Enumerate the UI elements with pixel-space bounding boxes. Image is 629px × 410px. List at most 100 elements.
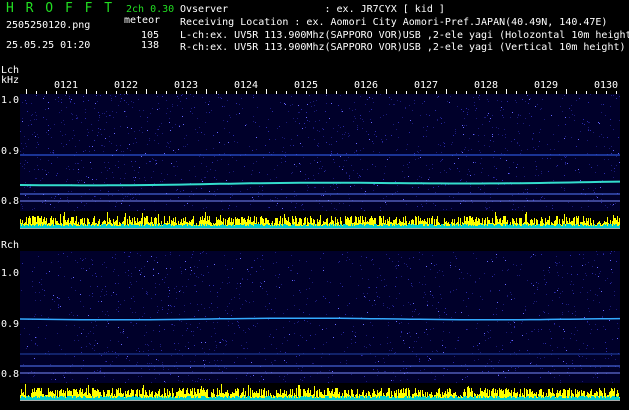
noise-dot <box>361 256 362 257</box>
noise-dot <box>346 160 347 161</box>
noise-dot <box>279 126 280 127</box>
noise-dot <box>430 291 431 292</box>
noise-dot <box>118 327 119 328</box>
noise-dot <box>461 151 462 152</box>
noise-dot <box>424 101 425 102</box>
noise-dot <box>436 308 437 309</box>
noise-dot <box>512 112 513 113</box>
noise-dot <box>161 173 162 174</box>
noise-dot <box>92 199 93 200</box>
noise-dot <box>597 377 598 378</box>
noise-dot <box>552 208 553 209</box>
noise-dot <box>205 379 206 380</box>
noise-dot <box>102 264 103 265</box>
noise-dot <box>528 103 529 104</box>
noise-dot <box>522 321 523 322</box>
noise-dot <box>454 163 455 164</box>
noise-dot <box>472 202 473 203</box>
noise-dot <box>252 291 253 292</box>
noise-dot <box>437 120 438 121</box>
noise-dot <box>587 321 588 322</box>
noise-dot <box>237 283 238 284</box>
noise-dot <box>456 289 457 290</box>
noise-dot <box>229 115 230 116</box>
noise-dot <box>468 315 469 316</box>
noise-dot <box>559 375 560 376</box>
noise-dot <box>253 199 254 200</box>
noise-dot <box>387 343 388 344</box>
noise-dot <box>451 144 452 145</box>
noise-dot <box>310 102 311 103</box>
noise-dot <box>101 355 102 356</box>
carrier-line <box>20 180 620 187</box>
noise-dot <box>177 96 178 97</box>
noise-dot <box>21 143 22 144</box>
noise-dot <box>168 309 169 310</box>
noise-dot <box>178 149 179 150</box>
noise-dot <box>197 132 198 133</box>
noise-dot <box>200 329 201 330</box>
noise-dot <box>145 344 146 345</box>
noise-dot <box>120 332 121 333</box>
noise-dot <box>109 141 110 142</box>
noise-dot <box>147 117 148 118</box>
noise-dot <box>559 297 560 298</box>
noise-dot <box>496 346 497 347</box>
noise-dot <box>457 106 458 107</box>
noise-dot <box>54 207 55 208</box>
noise-dot <box>224 128 225 129</box>
noise-dot <box>439 317 440 318</box>
noise-dot <box>65 134 66 135</box>
noise-dot <box>154 369 155 370</box>
noise-dot <box>262 255 263 256</box>
noise-dot <box>601 112 602 113</box>
noise-dot <box>53 295 54 296</box>
noise-dot <box>133 197 134 198</box>
noise-dot <box>231 315 232 316</box>
noise-dot <box>106 326 107 327</box>
noise-dot <box>496 254 497 255</box>
noise-dot <box>245 358 246 359</box>
noise-dot <box>361 269 362 270</box>
noise-dot <box>101 145 102 146</box>
noise-dot <box>496 179 497 180</box>
noise-dot <box>204 367 205 368</box>
noise-dot <box>78 169 79 170</box>
noise-dot <box>383 303 384 304</box>
noise-dot <box>37 157 38 158</box>
noise-dot <box>81 333 82 334</box>
noise-dot <box>435 277 436 278</box>
noise-dot <box>92 130 93 131</box>
lch-info-label: L-ch:ex. UV5R 113.900Mhz(SAPPORO VOR)USB… <box>180 30 629 41</box>
noise-dot <box>245 125 246 126</box>
noise-dot <box>415 309 416 310</box>
noise-dot <box>594 192 595 193</box>
noise-dot <box>536 301 537 302</box>
noise-dot <box>275 298 276 299</box>
noise-dot <box>144 335 145 336</box>
noise-dot <box>228 277 229 278</box>
noise-dot <box>217 307 218 308</box>
noise-dot <box>250 274 251 275</box>
noise-dot <box>490 140 491 141</box>
noise-dot <box>331 151 332 152</box>
noise-dot <box>395 352 396 353</box>
noise-dot <box>601 202 602 203</box>
noise-dot <box>421 177 422 178</box>
noise-dot <box>329 144 330 145</box>
noise-dot <box>173 150 174 151</box>
noise-dot <box>406 149 407 150</box>
noise-dot <box>85 150 86 151</box>
noise-dot <box>240 308 241 309</box>
noise-dot <box>338 105 339 106</box>
noise-dot <box>140 274 141 275</box>
noise-dot <box>288 111 289 112</box>
noise-dot <box>128 379 129 380</box>
noise-dot <box>440 145 441 146</box>
noise-dot <box>91 168 92 169</box>
noise-dot <box>323 195 324 196</box>
noise-dot <box>129 205 130 206</box>
noise-dot <box>22 208 23 209</box>
rch-ytick-1: 1.0 <box>1 268 20 279</box>
noise-dot <box>346 153 347 154</box>
